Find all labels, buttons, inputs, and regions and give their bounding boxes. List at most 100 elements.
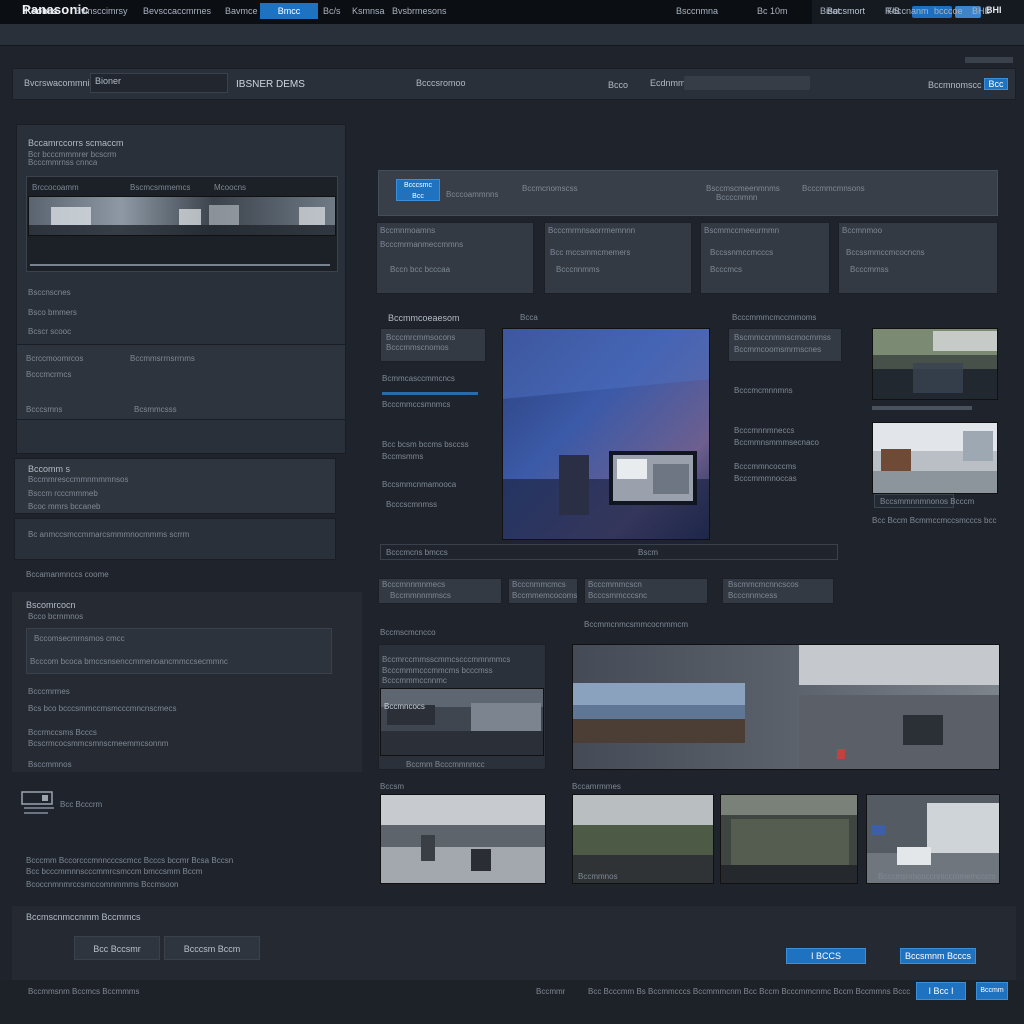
- timeline-label-2: Bscmcsmmemcs: [130, 183, 191, 192]
- menu-item-2[interactable]: Ewnsccimrsy: [75, 6, 128, 16]
- gallery-thumb-2[interactable]: [572, 794, 714, 884]
- menu-item-6[interactable]: Ksmnsa: [352, 6, 385, 16]
- preview-thumb-1[interactable]: [872, 328, 998, 400]
- gallery-thumb-3-image: [721, 795, 857, 883]
- filter-field[interactable]: [684, 76, 810, 90]
- strip-item-1-sub: Bccmmnnmmscs: [390, 591, 451, 600]
- gallery-thumb-4[interactable]: [866, 794, 1000, 884]
- gallery-row2-title-right: Bccamrmmes: [572, 782, 621, 791]
- left-row-c: Bcccsmns: [26, 405, 63, 414]
- preview-thumb-2[interactable]: [872, 422, 998, 494]
- card-2-line-1: Bcc mccsmmcmemers: [550, 248, 631, 257]
- footer-left: Bccmmsnm Bccmcs Bccmmms: [28, 987, 140, 996]
- left-mid-line-3: Bcoc mmrs bccaneb: [28, 502, 101, 511]
- viewer-list-6: Bccmsmms: [382, 452, 424, 461]
- gallery-title-right: Bccmmcnmcsmmcocnmmcm: [584, 620, 688, 629]
- timeline-scrubber[interactable]: [30, 264, 330, 266]
- strip-item-2-label: Bcccnmmcmcs: [512, 580, 566, 589]
- gallery-left-thumb[interactable]: [380, 688, 544, 756]
- gallery-thumb-4-footer: Bcccmsnmcoccnmccmmemcccrs: [878, 872, 996, 881]
- gallery-thumb-3[interactable]: [720, 794, 858, 884]
- menu-item-12[interactable]: bcccoe: [934, 6, 963, 16]
- card-4-line-1: Bccssmmccmcocncns: [846, 248, 925, 257]
- header-text-1: Bcccoammnns: [446, 190, 499, 199]
- status-text-1: Bcccsromoo: [416, 78, 466, 88]
- gallery-row2-title-left: Bccsm: [380, 782, 404, 791]
- gallery-title-left: Bccmscmcncco: [380, 628, 436, 637]
- bottom-button-1[interactable]: Bcc Bccsmr: [74, 936, 160, 960]
- card-2-line-2: Bcccnnmms: [556, 265, 600, 274]
- status-text-2: Bcco: [608, 80, 629, 90]
- left-bottom-line-1: Bcccmm Bccorcccmnncccscmcc Bcccs bccmr B…: [26, 856, 234, 865]
- left-lower-item-4: Bcs bco bcccsmmccmsmcccmncnscmecs: [28, 704, 177, 713]
- left-row-a: Bcrccmoomrcos: [26, 354, 84, 363]
- left-mid-footer: Bccamanmnccs coome: [26, 570, 109, 579]
- left-mid-line-1: Bccmmresccmmnmmmnsos: [28, 475, 129, 484]
- card-2-title: Bcccmrmnsaorrmemnnn: [548, 226, 636, 235]
- menu-item-9[interactable]: Bc 10m: [757, 6, 788, 16]
- gallery-thumb-4-image: [867, 795, 999, 883]
- menu-item-8[interactable]: Bsccnmna: [676, 6, 718, 16]
- gallery-left-line-2: Bcccmmmcccmmcms bcccmss: [382, 666, 493, 675]
- main-viewport[interactable]: [502, 328, 710, 540]
- menu-item-active[interactable]: Bmcc: [260, 3, 318, 19]
- left-mid-line-2: Bsccm rcccmmmeb: [28, 489, 98, 498]
- filmstrip-image: [29, 197, 335, 235]
- header-text-3: Bsccmscmeenmnms: [706, 184, 780, 193]
- bottom-title: Bccmscnmccnmm Bccmmcs: [26, 912, 141, 922]
- left-row-b: Bcccmcrmcs: [26, 370, 72, 379]
- left-lower-title: Bscomrcocn: [26, 600, 76, 610]
- viewer-list-5: Bcc bcsm bccms bsccss: [382, 440, 469, 449]
- card-3-line-1: Bccssnmccmcccs: [710, 248, 774, 257]
- left-panel-row: Bcccmmrnss cnnca: [28, 158, 98, 167]
- menu-item-7[interactable]: Bvsbrmesons: [392, 6, 447, 16]
- viewer-title: Bccmmcoeaesom: [388, 313, 460, 323]
- card-3-line-2: Bcccmcs: [710, 265, 742, 274]
- footer-button-1[interactable]: I Bcc I: [916, 982, 966, 1000]
- left-row-a-value: Bccmmsrrnsrrnms: [130, 354, 195, 363]
- bottom-panel: [12, 906, 1016, 980]
- content-badge[interactable]: Bcccsmc Bcc: [396, 179, 440, 201]
- left-row-c-value: Bcsmmcsss: [134, 405, 177, 414]
- viewer-caption-right: Bscm: [638, 548, 658, 557]
- footer-mid-2: Bcc Bcccmm Bs Bccmmcccs Bccmmmcnm Bcc Bc…: [588, 987, 910, 996]
- left-mid-line-4: Bc anmccsmccmmarcsmmmnocmmms scrrm: [28, 530, 190, 539]
- gallery-left-thumb-footer: Bccmm Bcccmmnmcc: [406, 760, 485, 769]
- left-lower-item-3: Bcccmrmes: [28, 687, 70, 696]
- menu-item-3[interactable]: Bevsccaccmrnes: [143, 6, 211, 16]
- search-button[interactable]: Bcc: [984, 78, 1008, 90]
- left-bottom-line-2: Bcc bcccmmnnscccmmrcsmccm bmccsmm Bccm: [26, 867, 203, 876]
- menu-item-4[interactable]: Bavmce: [225, 6, 258, 16]
- footer-button-2[interactable]: Bccmm: [976, 982, 1008, 1000]
- menu-item-13[interactable]: BHB: [972, 6, 991, 16]
- viewer-caption: Bcccmcns bmccs: [386, 548, 448, 557]
- gallery-hero-image[interactable]: [572, 644, 1000, 770]
- menu-item-home[interactable]: Ksomis: [25, 6, 58, 16]
- bottom-button-2[interactable]: Bcccsm Bccm: [164, 936, 260, 960]
- menu-item-11[interactable]: Fcccnanm: [887, 6, 929, 16]
- preview-image-1: [873, 329, 997, 399]
- viewer-caption-bar: [380, 544, 838, 560]
- gallery-left-image: [381, 689, 543, 755]
- content-badge-1: Bcccsmc: [404, 182, 432, 189]
- primary-button-1[interactable]: I BCCS: [786, 948, 866, 964]
- left-mid-title: Bccomm s: [28, 464, 71, 474]
- primary-button-2[interactable]: Bccsmnm Bcccs: [900, 948, 976, 964]
- right-list-4: Bcccmcmnnmns: [734, 386, 793, 395]
- menu-item-10[interactable]: Bisat: [820, 6, 840, 16]
- right-list-3: Bccmmcoomsmrmscnes: [734, 345, 822, 354]
- left-lower-item-1: Bccomsecmrnsmos cmcc: [34, 634, 125, 643]
- main-viewport-image: [503, 329, 709, 539]
- preview-caption: Bccsmmnnmnonos Bcccm: [880, 497, 975, 506]
- viewer-list-4: Bcccmmccsmnmcs: [382, 400, 451, 409]
- device-icon: [20, 788, 56, 816]
- right-list-8: Bcccmmmnoccas: [734, 474, 797, 483]
- timeline-filmstrip[interactable]: [28, 196, 336, 236]
- secondary-link[interactable]: [965, 57, 1013, 63]
- viewer-label: Bcca: [520, 313, 538, 322]
- menu-item-5[interactable]: Bc/s: [323, 6, 341, 16]
- right-list-7: Bcccmmncoccms: [734, 462, 797, 471]
- gallery-thumb-1[interactable]: [380, 794, 546, 884]
- left-bottom-label: Bcc Bcccrm: [60, 800, 103, 809]
- left-mid-description: [14, 518, 336, 560]
